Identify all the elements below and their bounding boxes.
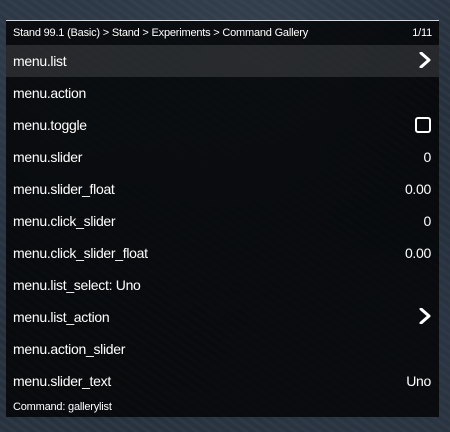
menu-item-list-action[interactable]: menu.list_action: [6, 301, 439, 333]
menu-item-action-slider[interactable]: menu.action_slider: [6, 333, 439, 365]
chevron-right-icon: [419, 51, 431, 71]
menu-item-label: menu.slider_text: [13, 373, 111, 389]
command-name: Command: gallerylist: [13, 401, 112, 413]
click-slider-value: 0: [423, 213, 432, 229]
menu-item-list[interactable]: menu.list: [6, 45, 439, 77]
menu-item-action[interactable]: menu.action: [6, 77, 439, 109]
menu-item-label: menu.click_slider_float: [13, 245, 148, 261]
menu-items: menu.list menu.action menu.toggle menu.s…: [6, 45, 439, 397]
slider-float-value: 0.00: [404, 181, 431, 197]
checkbox-icon[interactable]: [415, 117, 431, 133]
menu-item-label: menu.action_slider: [13, 341, 126, 357]
menu-item-label: menu.toggle: [13, 117, 87, 133]
menu-item-label: menu.slider_float: [13, 181, 115, 197]
menu-item-label: menu.action: [13, 85, 86, 101]
menu-item-label: menu.click_slider: [13, 213, 116, 229]
menu-item-toggle[interactable]: menu.toggle: [6, 109, 439, 141]
menu-item-slider-float[interactable]: menu.slider_float 0.00: [6, 173, 439, 205]
menu-item-label: menu.list_select: Uno: [13, 277, 141, 293]
menu-item-click-slider[interactable]: menu.click_slider 0: [6, 205, 439, 237]
menu-item-label: menu.list: [13, 53, 67, 69]
slider-value: 0: [423, 149, 432, 165]
menu-header: Stand 99.1 (Basic) > Stand > Experiments…: [6, 21, 439, 45]
slider-text-value: Uno: [406, 373, 431, 389]
item-position-counter: 1/11: [412, 27, 432, 39]
menu-item-slider-text[interactable]: menu.slider_text Uno: [6, 365, 439, 397]
menu-item-list-select[interactable]: menu.list_select: Uno: [6, 269, 439, 301]
menu-item-slider[interactable]: menu.slider 0: [6, 141, 439, 173]
command-gallery-menu: Stand 99.1 (Basic) > Stand > Experiments…: [6, 20, 439, 417]
chevron-right-icon: [419, 307, 431, 327]
menu-item-label: menu.list_action: [13, 309, 110, 325]
menu-item-label: menu.slider: [13, 149, 83, 165]
breadcrumb: Stand 99.1 (Basic) > Stand > Experiments…: [13, 27, 309, 39]
click-slider-float-value: 0.00: [404, 245, 431, 261]
command-footer: Command: gallerylist: [6, 397, 439, 417]
menu-item-click-slider-float[interactable]: menu.click_slider_float 0.00: [6, 237, 439, 269]
